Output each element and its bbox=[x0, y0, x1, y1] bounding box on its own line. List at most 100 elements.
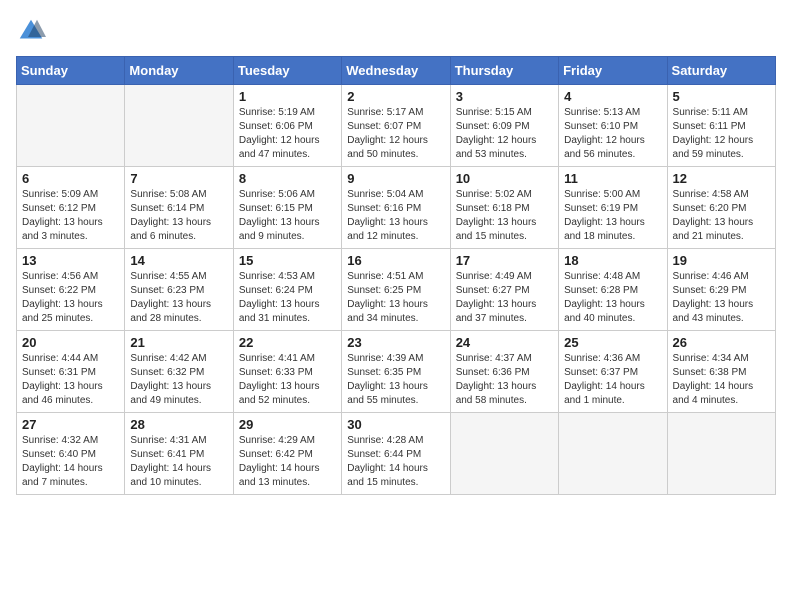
day-cell: 17 Sunrise: 4:49 AM Sunset: 6:27 PM Dayli… bbox=[450, 249, 558, 331]
day-info: Sunrise: 4:42 AM Sunset: 6:32 PM Dayligh… bbox=[130, 352, 227, 408]
day-number: 30 bbox=[347, 417, 444, 432]
day-number: 26 bbox=[673, 335, 770, 350]
day-cell: 29 Sunrise: 4:29 AM Sunset: 6:42 PM Dayli… bbox=[233, 413, 341, 495]
day-info: Sunrise: 5:06 AM Sunset: 6:15 PM Dayligh… bbox=[239, 188, 336, 244]
day-number: 15 bbox=[239, 253, 336, 268]
day-number: 19 bbox=[673, 253, 770, 268]
day-cell bbox=[17, 85, 125, 167]
day-info: Sunrise: 4:49 AM Sunset: 6:27 PM Dayligh… bbox=[456, 270, 553, 326]
day-number: 4 bbox=[564, 89, 661, 104]
week-row-2: 6 Sunrise: 5:09 AM Sunset: 6:12 PM Daylig… bbox=[17, 167, 776, 249]
day-cell: 5 Sunrise: 5:11 AM Sunset: 6:11 PM Daylig… bbox=[667, 85, 775, 167]
day-number: 17 bbox=[456, 253, 553, 268]
day-cell: 2 Sunrise: 5:17 AM Sunset: 6:07 PM Daylig… bbox=[342, 85, 450, 167]
weekday-header-saturday: Saturday bbox=[667, 57, 775, 85]
day-cell: 15 Sunrise: 4:53 AM Sunset: 6:24 PM Dayli… bbox=[233, 249, 341, 331]
day-number: 3 bbox=[456, 89, 553, 104]
day-cell bbox=[450, 413, 558, 495]
weekday-header-sunday: Sunday bbox=[17, 57, 125, 85]
day-number: 28 bbox=[130, 417, 227, 432]
day-number: 27 bbox=[22, 417, 119, 432]
day-info: Sunrise: 4:53 AM Sunset: 6:24 PM Dayligh… bbox=[239, 270, 336, 326]
day-info: Sunrise: 4:55 AM Sunset: 6:23 PM Dayligh… bbox=[130, 270, 227, 326]
day-info: Sunrise: 4:29 AM Sunset: 6:42 PM Dayligh… bbox=[239, 434, 336, 490]
logo bbox=[16, 16, 46, 46]
day-number: 5 bbox=[673, 89, 770, 104]
day-info: Sunrise: 5:00 AM Sunset: 6:19 PM Dayligh… bbox=[564, 188, 661, 244]
day-number: 12 bbox=[673, 171, 770, 186]
day-info: Sunrise: 4:31 AM Sunset: 6:41 PM Dayligh… bbox=[130, 434, 227, 490]
day-info: Sunrise: 4:48 AM Sunset: 6:28 PM Dayligh… bbox=[564, 270, 661, 326]
day-cell: 7Sunrise: 5:08 AM Sunset: 6:14 PM Daylig… bbox=[125, 167, 233, 249]
day-number: 18 bbox=[564, 253, 661, 268]
day-info: Sunrise: 4:46 AM Sunset: 6:29 PM Dayligh… bbox=[673, 270, 770, 326]
logo-icon bbox=[16, 16, 46, 46]
day-number: 24 bbox=[456, 335, 553, 350]
week-row-1: 1 Sunrise: 5:19 AM Sunset: 6:06 PM Daylig… bbox=[17, 85, 776, 167]
day-info: Sunrise: 5:19 AM Sunset: 6:06 PM Dayligh… bbox=[239, 106, 336, 162]
day-cell: 24 Sunrise: 4:37 AM Sunset: 6:36 PM Dayli… bbox=[450, 331, 558, 413]
day-info: Sunrise: 4:41 AM Sunset: 6:33 PM Dayligh… bbox=[239, 352, 336, 408]
week-row-3: 13Sunrise: 4:56 AM Sunset: 6:22 PM Dayli… bbox=[17, 249, 776, 331]
day-cell bbox=[125, 85, 233, 167]
day-number: 14 bbox=[130, 253, 227, 268]
day-number: 10 bbox=[456, 171, 553, 186]
day-number: 6 bbox=[22, 171, 119, 186]
weekday-header-thursday: Thursday bbox=[450, 57, 558, 85]
day-cell: 3 Sunrise: 5:15 AM Sunset: 6:09 PM Daylig… bbox=[450, 85, 558, 167]
day-cell: 10Sunrise: 5:02 AM Sunset: 6:18 PM Dayli… bbox=[450, 167, 558, 249]
week-row-4: 20Sunrise: 4:44 AM Sunset: 6:31 PM Dayli… bbox=[17, 331, 776, 413]
day-info: Sunrise: 4:34 AM Sunset: 6:38 PM Dayligh… bbox=[673, 352, 770, 408]
day-cell: 11 Sunrise: 5:00 AM Sunset: 6:19 PM Dayli… bbox=[559, 167, 667, 249]
day-cell: 14 Sunrise: 4:55 AM Sunset: 6:23 PM Dayli… bbox=[125, 249, 233, 331]
day-number: 2 bbox=[347, 89, 444, 104]
weekday-header-wednesday: Wednesday bbox=[342, 57, 450, 85]
day-info: Sunrise: 4:32 AM Sunset: 6:40 PM Dayligh… bbox=[22, 434, 119, 490]
day-number: 21 bbox=[130, 335, 227, 350]
day-number: 25 bbox=[564, 335, 661, 350]
day-cell: 6 Sunrise: 5:09 AM Sunset: 6:12 PM Daylig… bbox=[17, 167, 125, 249]
day-info: Sunrise: 4:39 AM Sunset: 6:35 PM Dayligh… bbox=[347, 352, 444, 408]
day-cell: 8Sunrise: 5:06 AM Sunset: 6:15 PM Daylig… bbox=[233, 167, 341, 249]
day-cell bbox=[667, 413, 775, 495]
day-cell: 25 Sunrise: 4:36 AM Sunset: 6:37 PM Dayli… bbox=[559, 331, 667, 413]
day-number: 23 bbox=[347, 335, 444, 350]
day-number: 1 bbox=[239, 89, 336, 104]
day-cell: 23 Sunrise: 4:39 AM Sunset: 6:35 PM Dayli… bbox=[342, 331, 450, 413]
day-number: 7 bbox=[130, 171, 227, 186]
day-cell: 26 Sunrise: 4:34 AM Sunset: 6:38 PM Dayli… bbox=[667, 331, 775, 413]
day-cell: 18 Sunrise: 4:48 AM Sunset: 6:28 PM Dayli… bbox=[559, 249, 667, 331]
day-info: Sunrise: 5:17 AM Sunset: 6:07 PM Dayligh… bbox=[347, 106, 444, 162]
weekday-header-row: SundayMondayTuesdayWednesdayThursdayFrid… bbox=[17, 57, 776, 85]
day-cell: 30 Sunrise: 4:28 AM Sunset: 6:44 PM Dayli… bbox=[342, 413, 450, 495]
day-info: Sunrise: 4:28 AM Sunset: 6:44 PM Dayligh… bbox=[347, 434, 444, 490]
day-number: 29 bbox=[239, 417, 336, 432]
week-row-5: 27 Sunrise: 4:32 AM Sunset: 6:40 PM Dayli… bbox=[17, 413, 776, 495]
day-cell: 12 Sunrise: 4:58 AM Sunset: 6:20 PM Dayli… bbox=[667, 167, 775, 249]
day-cell: 13Sunrise: 4:56 AM Sunset: 6:22 PM Dayli… bbox=[17, 249, 125, 331]
day-cell bbox=[559, 413, 667, 495]
day-cell: 4 Sunrise: 5:13 AM Sunset: 6:10 PM Daylig… bbox=[559, 85, 667, 167]
day-number: 16 bbox=[347, 253, 444, 268]
day-info: Sunrise: 4:37 AM Sunset: 6:36 PM Dayligh… bbox=[456, 352, 553, 408]
day-number: 22 bbox=[239, 335, 336, 350]
weekday-header-monday: Monday bbox=[125, 57, 233, 85]
day-cell: 27 Sunrise: 4:32 AM Sunset: 6:40 PM Dayli… bbox=[17, 413, 125, 495]
day-info: Sunrise: 4:58 AM Sunset: 6:20 PM Dayligh… bbox=[673, 188, 770, 244]
day-number: 9 bbox=[347, 171, 444, 186]
day-cell: 21 Sunrise: 4:42 AM Sunset: 6:32 PM Dayli… bbox=[125, 331, 233, 413]
day-info: Sunrise: 4:44 AM Sunset: 6:31 PM Dayligh… bbox=[22, 352, 119, 408]
day-info: Sunrise: 5:11 AM Sunset: 6:11 PM Dayligh… bbox=[673, 106, 770, 162]
day-info: Sunrise: 4:51 AM Sunset: 6:25 PM Dayligh… bbox=[347, 270, 444, 326]
day-cell: 28 Sunrise: 4:31 AM Sunset: 6:41 PM Dayli… bbox=[125, 413, 233, 495]
day-cell: 20Sunrise: 4:44 AM Sunset: 6:31 PM Dayli… bbox=[17, 331, 125, 413]
day-info: Sunrise: 5:09 AM Sunset: 6:12 PM Dayligh… bbox=[22, 188, 119, 244]
day-info: Sunrise: 5:13 AM Sunset: 6:10 PM Dayligh… bbox=[564, 106, 661, 162]
day-info: Sunrise: 4:36 AM Sunset: 6:37 PM Dayligh… bbox=[564, 352, 661, 408]
day-info: Sunrise: 5:04 AM Sunset: 6:16 PM Dayligh… bbox=[347, 188, 444, 244]
day-info: Sunrise: 5:15 AM Sunset: 6:09 PM Dayligh… bbox=[456, 106, 553, 162]
weekday-header-friday: Friday bbox=[559, 57, 667, 85]
weekday-header-tuesday: Tuesday bbox=[233, 57, 341, 85]
day-number: 11 bbox=[564, 171, 661, 186]
day-info: Sunrise: 4:56 AM Sunset: 6:22 PM Dayligh… bbox=[22, 270, 119, 326]
